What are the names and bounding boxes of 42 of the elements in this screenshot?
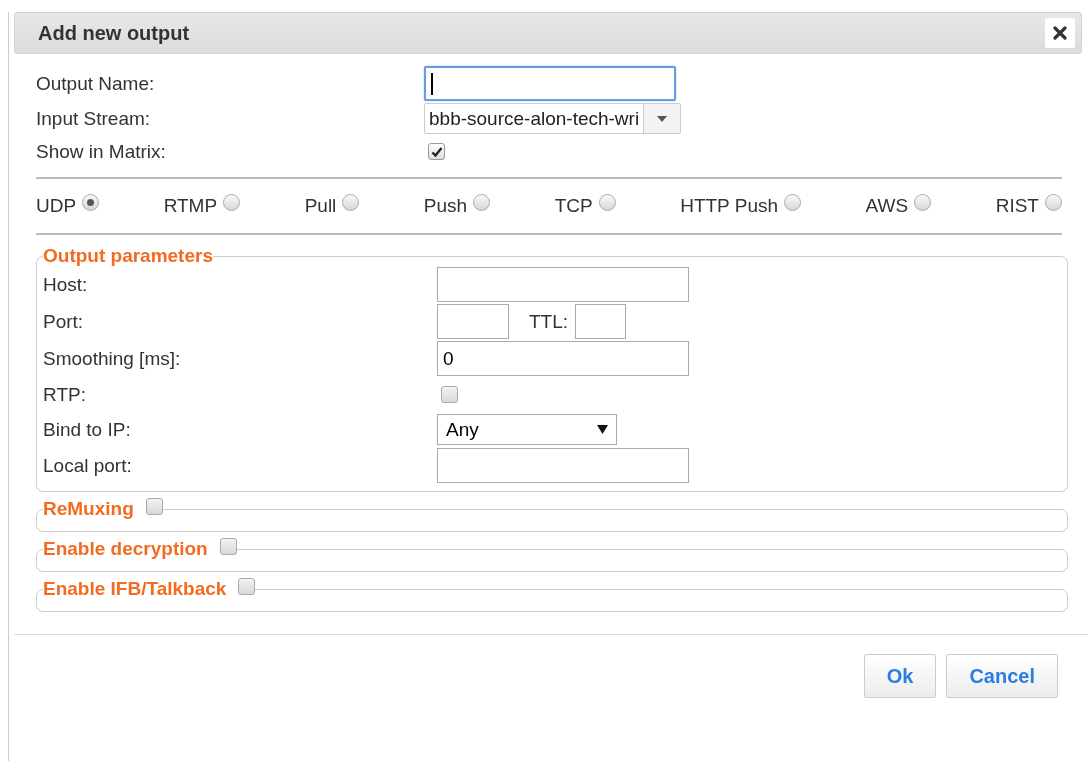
protocol-radio[interactable]: TCP	[554, 195, 616, 217]
input-field[interactable]	[424, 66, 676, 101]
input-field[interactable]: 0	[437, 341, 689, 376]
section-title: Output parameters	[43, 245, 213, 267]
checkbox[interactable]	[428, 143, 445, 160]
field-label: Input Stream:	[36, 107, 152, 130]
input-field[interactable]	[437, 267, 689, 302]
checkbox[interactable]	[238, 577, 256, 595]
input-field[interactable]	[575, 304, 627, 339]
caret-icon	[597, 425, 608, 434]
field-label: Smoothing [ms]:	[43, 347, 182, 370]
protocol-radio[interactable]: RIST	[995, 195, 1062, 217]
close-icon	[1053, 26, 1067, 40]
field-label: Bind to IP:	[43, 418, 132, 441]
field-label: TTL:	[528, 310, 570, 333]
checkbox[interactable]	[145, 497, 163, 515]
section-title: ReMuxing	[43, 498, 134, 520]
field-label: Show in Matrix:	[36, 140, 167, 163]
protocol-radio[interactable]: HTTP Push	[680, 195, 802, 217]
close-button[interactable]	[1045, 18, 1075, 48]
protocol-radio[interactable]: AWS	[865, 195, 932, 217]
section-title: Enable IFB/Talkback	[43, 578, 227, 600]
caret-icon	[657, 115, 668, 122]
protocol-radio[interactable]: UDP	[36, 195, 100, 217]
protocol-radio[interactable]: Pull	[304, 195, 360, 217]
checkbox[interactable]	[441, 386, 458, 403]
field-label: Host:	[43, 273, 89, 296]
input-field[interactable]	[437, 304, 509, 339]
field-label: Output Name:	[36, 72, 156, 95]
field-label: Local port:	[43, 454, 133, 477]
dialog-title: Add new output	[38, 21, 190, 45]
dropdown-field[interactable]: bbb-source-alon-tech-wri	[424, 103, 682, 134]
field-label: RTP:	[43, 383, 87, 406]
checkbox[interactable]	[219, 537, 237, 555]
protocol-radio[interactable]: Push	[423, 195, 491, 217]
dropdown-field[interactable]: Any	[437, 414, 617, 445]
protocol-radio[interactable]: RTMP	[163, 195, 241, 217]
input-field[interactable]	[437, 448, 689, 483]
section-title: Enable decryption	[43, 538, 208, 560]
dialog-button[interactable]: Cancel	[946, 654, 1058, 698]
field-label: Port:	[43, 310, 85, 333]
dialog-button[interactable]: Ok	[863, 654, 937, 698]
